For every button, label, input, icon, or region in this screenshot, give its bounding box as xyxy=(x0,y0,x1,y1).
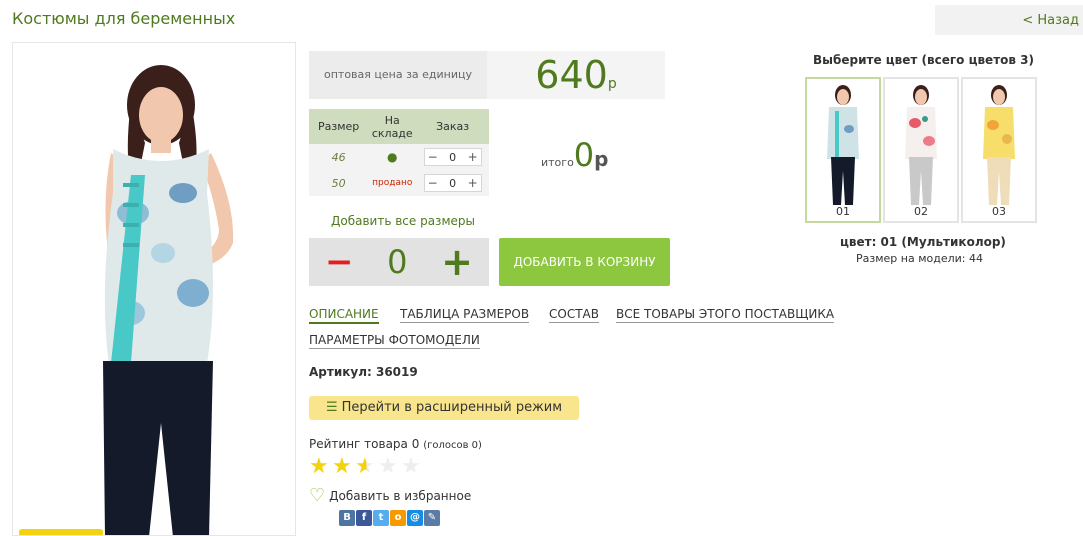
promo-badge xyxy=(19,529,103,535)
order-stepper[interactable]: − 0 + xyxy=(423,174,482,192)
table-row: 50 продано − 0 + xyxy=(309,170,489,196)
extended-mode-button[interactable]: ☰ Перейти в расширенный режим xyxy=(309,396,579,420)
wholesale-price: 640р xyxy=(487,51,665,99)
order-quantity[interactable]: 0 xyxy=(449,151,456,164)
increment-button[interactable]: + xyxy=(468,150,478,164)
star-icon[interactable]: ★ xyxy=(309,455,332,479)
color-thumb-label: 02 xyxy=(885,205,957,221)
add-all-sizes-link[interactable]: Добавить все размеры xyxy=(331,214,475,228)
price-currency: р xyxy=(607,76,617,92)
color-thumb-image xyxy=(905,85,937,205)
order-stepper[interactable]: − 0 + xyxy=(423,148,482,166)
odnoklassniki-icon[interactable]: o xyxy=(390,510,406,526)
color-thumb-label: 01 xyxy=(807,205,879,221)
tab-composition[interactable]: СОСТАВ xyxy=(549,307,599,323)
quantity-plus-button[interactable]: + xyxy=(441,243,473,281)
list-icon: ☰ xyxy=(325,400,338,415)
rating-votes: (голосов 0) xyxy=(423,440,482,451)
wholesale-price-label: оптовая цена за единицу xyxy=(309,51,487,99)
order-header: Заказ xyxy=(416,109,489,144)
order-cell: − 0 + xyxy=(416,144,489,170)
extended-mode-label: Перейти в расширенный режим xyxy=(341,400,563,415)
add-to-cart-button[interactable]: ДОБАВИТЬ В КОРЗИНУ xyxy=(499,238,670,286)
size-table: Размер На складе Заказ 46 ● − 0 + 50 про… xyxy=(309,109,489,196)
color-thumb-label: 03 xyxy=(963,205,1035,221)
selected-color-name: цвет: 01 (Мультиколор) xyxy=(840,235,1006,249)
rating-label: Рейтинг товара 0 xyxy=(309,437,420,451)
social-share-bar: Bf t o @ ✎ xyxy=(339,510,441,526)
price-amount: 640 xyxy=(535,53,608,97)
tab-model-parameters[interactable]: ПАРАМЕТРЫ ФОТОМОДЕЛИ xyxy=(309,333,480,349)
favorites-label: Добавить в избранное xyxy=(329,488,472,503)
star-icon[interactable]: ★ xyxy=(355,455,378,479)
model-size: Размер на модели: 44 xyxy=(856,252,983,265)
quantity-value[interactable]: 0 xyxy=(387,243,407,281)
facebook-icon[interactable]: f xyxy=(356,510,372,526)
add-to-favorites-link[interactable]: ♡ Добавить в избранное xyxy=(309,485,471,506)
quantity-stepper: − 0 + xyxy=(309,238,489,286)
star-icon[interactable]: ★ xyxy=(401,455,424,479)
livejournal-icon[interactable]: ✎ xyxy=(424,510,440,526)
product-rating: Рейтинг товара 0 (голосов 0) xyxy=(309,437,482,451)
order-cell: − 0 + xyxy=(416,170,489,196)
product-photo-illustration xyxy=(103,65,234,535)
back-link[interactable]: < Назад xyxy=(935,5,1083,35)
order-total: итого0р xyxy=(541,136,608,174)
color-thumb-01[interactable]: 01 xyxy=(805,77,881,223)
color-thumb-02[interactable]: 02 xyxy=(883,77,959,223)
color-thumb-03[interactable]: 03 xyxy=(961,77,1037,223)
total-amount: 0 xyxy=(573,136,595,174)
size-value: 50 xyxy=(309,170,369,196)
table-row: 46 ● − 0 + xyxy=(309,144,489,170)
mailru-icon[interactable]: @ xyxy=(407,510,423,526)
in-stock-dot: ● xyxy=(368,144,417,170)
color-picker-title: Выберите цвет (всего цветов 3) xyxy=(813,53,1034,67)
vk-icon[interactable]: B xyxy=(339,510,355,526)
quantity-minus-button[interactable]: − xyxy=(325,245,354,279)
heart-icon: ♡ xyxy=(309,485,326,506)
tab-size-chart[interactable]: ТАБЛИЦА РАЗМЕРОВ xyxy=(400,307,530,323)
page-title: Костюмы для беременных xyxy=(12,9,236,28)
tab-description[interactable]: ОПИСАНИЕ xyxy=(309,307,379,324)
color-thumb-image xyxy=(983,85,1015,205)
size-value: 46 xyxy=(309,144,369,170)
total-label: итого xyxy=(541,156,574,169)
decrement-button[interactable]: − xyxy=(428,176,438,190)
star-icon[interactable]: ★ xyxy=(332,455,355,479)
product-main-photo[interactable] xyxy=(12,42,296,536)
tab-supplier-products[interactable]: ВСЕ ТОВАРЫ ЭТОГО ПОСТАВЩИКА xyxy=(616,307,835,323)
rating-stars[interactable]: ★ ★ ★ ★ ★ xyxy=(309,455,424,479)
total-currency: р xyxy=(594,147,609,171)
article-number: Артикул: 36019 xyxy=(309,365,418,379)
twitter-icon[interactable]: t xyxy=(373,510,389,526)
size-header: Размер xyxy=(309,109,369,144)
stock-header: На складе xyxy=(368,109,417,144)
star-icon[interactable]: ★ xyxy=(378,455,401,479)
order-quantity[interactable]: 0 xyxy=(449,177,456,190)
sold-out-label: продано xyxy=(368,170,417,196)
color-thumb-image xyxy=(827,85,859,205)
increment-button[interactable]: + xyxy=(468,176,478,190)
decrement-button[interactable]: − xyxy=(428,150,438,164)
